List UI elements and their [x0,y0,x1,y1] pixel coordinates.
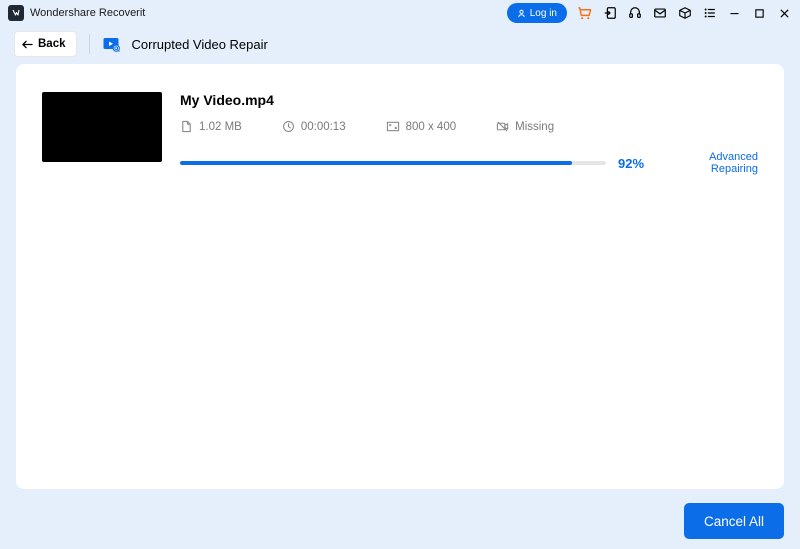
main-panel: My Video.mp4 1.02 MB 00:00:13 800 x 400 … [16,64,784,489]
progress-bar [180,161,606,165]
mail-icon[interactable] [652,6,667,21]
video-thumbnail[interactable] [42,92,162,162]
video-repair-icon [102,35,120,53]
progress-fill [180,161,572,165]
login-label: Log in [530,8,557,19]
video-meta: 1.02 MB 00:00:13 800 x 400 Missing [180,120,758,133]
meta-duration: 00:00:13 [282,120,346,133]
divider [89,34,90,54]
subheader: Back Corrupted Video Repair [0,26,800,62]
arrow-left-icon [21,39,34,50]
meta-missing: Missing [496,120,554,133]
login-button[interactable]: Log in [507,3,567,23]
footer: Cancel All [16,503,784,539]
file-icon [180,120,193,133]
progress-row: 92% Advanced Repairing [180,151,758,175]
import-icon[interactable] [602,6,617,21]
user-icon [517,9,526,18]
maximize-icon[interactable] [752,6,767,21]
video-filename: My Video.mp4 [180,92,758,108]
headset-icon[interactable] [627,6,642,21]
back-label: Back [38,38,66,50]
meta-size: 1.02 MB [180,120,242,133]
feature-title: Corrupted Video Repair [132,37,268,52]
cancel-all-button[interactable]: Cancel All [684,503,784,539]
app-logo-icon [8,5,24,21]
cube-icon[interactable] [677,6,692,21]
app-title: Wondershare Recoverit [30,7,145,19]
meta-dimensions: 800 x 400 [386,120,457,133]
back-button[interactable]: Back [14,31,77,57]
progress-percent: 92% [618,156,656,171]
minimize-icon[interactable] [727,6,742,21]
menu-icon[interactable] [702,6,717,21]
clock-icon [282,120,295,133]
progress-status: Advanced Repairing [668,151,758,175]
video-info: My Video.mp4 1.02 MB 00:00:13 800 x 400 … [180,92,758,175]
dimensions-icon [386,120,400,133]
cart-icon[interactable] [577,6,592,21]
video-row: My Video.mp4 1.02 MB 00:00:13 800 x 400 … [42,92,758,175]
titlebar-right: Log in [507,3,792,23]
video-off-icon [496,120,509,133]
titlebar: Wondershare Recoverit Log in [0,0,800,26]
close-icon[interactable] [777,6,792,21]
titlebar-left: Wondershare Recoverit [8,5,145,21]
